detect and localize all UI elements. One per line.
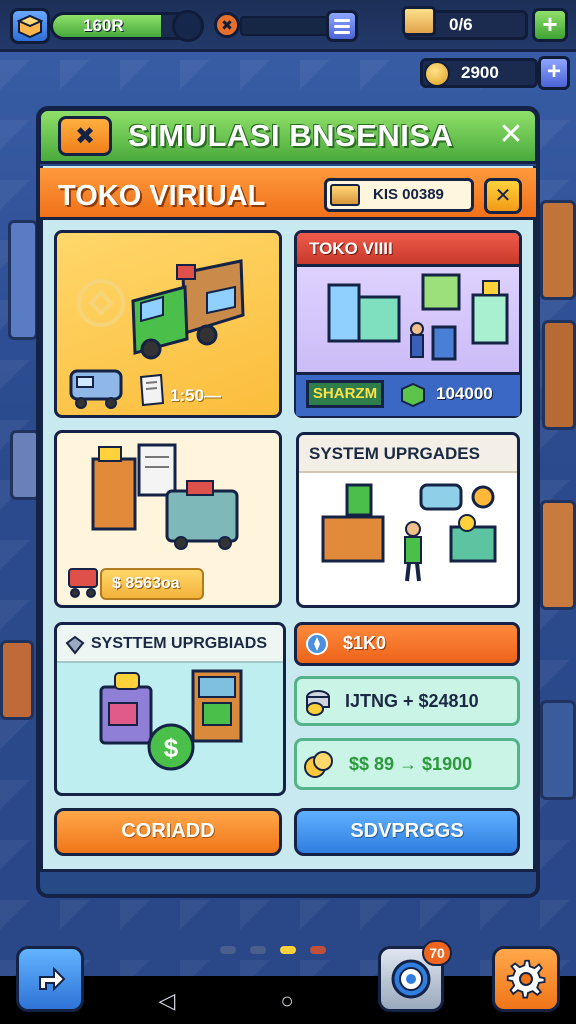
add-box-button[interactable]: + (532, 8, 568, 42)
storage-price-chip: $ 8563oa (100, 568, 204, 600)
xp-bar: 160R (50, 12, 200, 40)
sdvprggs-button[interactable]: SDVPRGGS (294, 808, 520, 856)
coin-stack-icon (306, 690, 330, 716)
svg-text:$: $ (164, 733, 179, 763)
system-upgrades-title: SYSTEM UPRGADES (309, 444, 480, 463)
system-upgrades-secondary-title: SYSTTEM UPRGBIADS (91, 635, 268, 652)
storage-scene-icon (91, 443, 239, 550)
home-nav-icon[interactable]: ○ (272, 986, 302, 1016)
panel-close-button[interactable]: ✕ (496, 118, 526, 152)
receipt-icon (139, 373, 165, 407)
upgrade-scene-icon (321, 483, 497, 582)
cart-icon (68, 568, 98, 598)
back-nav-icon[interactable]: ◁ (152, 986, 182, 1016)
upgrade-row-orange-value: $1K0 (343, 633, 387, 653)
bg-building-left (8, 220, 38, 340)
settings-button[interactable] (492, 946, 560, 1012)
upgrade-machines-icon: $ (99, 669, 243, 771)
coin-icon (424, 61, 450, 87)
panel-badge-icon: ✖ (58, 116, 112, 156)
turn-arrow-icon (39, 966, 66, 992)
energy-icon[interactable]: ✖ (214, 12, 240, 38)
profile-cube-icon[interactable] (10, 8, 50, 44)
menu-button[interactable] (326, 10, 358, 42)
crate-icon (330, 184, 360, 206)
shop-title: TOKO VIRIUAL (58, 180, 266, 212)
bg-building-right2 (542, 320, 576, 430)
toko-value: 104000 (436, 384, 493, 403)
upgrade-row-mint-1[interactable]: IJTNG + $24810 (294, 676, 520, 726)
toko-badge: SHARZM (306, 380, 384, 408)
notification-badge: 70 (422, 940, 452, 966)
xp-value: 160R (83, 16, 124, 35)
delivery-card[interactable] (54, 230, 282, 418)
van-icon (69, 369, 123, 409)
page-dot[interactable] (250, 946, 266, 954)
upgrade-row-orange[interactable]: $1K0 (294, 622, 520, 666)
toko-card-title: TOKO VIIII (309, 239, 393, 258)
gem-icon (65, 635, 85, 655)
page-dot[interactable] (310, 946, 326, 954)
upgrade-row-mint-2[interactable]: $$ 89 → $1900 (294, 738, 520, 790)
bg-building-right3 (540, 700, 576, 800)
box-icon (402, 6, 436, 36)
truck-icon (131, 259, 245, 360)
watermark-icon (77, 279, 125, 327)
shop-close-button[interactable]: ✕ (484, 178, 522, 214)
compass-icon (306, 633, 328, 655)
page-dot-active[interactable] (280, 946, 296, 954)
bg-building-right (540, 200, 576, 300)
bg-bus-right (540, 500, 576, 610)
upgrade-row-mint-1-value: IJTNG + $24810 (345, 691, 479, 711)
panel-title: SIMULASI BNSENISA (128, 118, 454, 153)
energy-bar (240, 16, 330, 36)
page-dot[interactable] (220, 946, 236, 954)
system-upgrades-card[interactable]: SYSTEM UPRGADES (296, 432, 520, 608)
bg-bus-left (0, 640, 34, 720)
green-crate-icon (401, 382, 425, 408)
delivery-price: 1:50— (170, 386, 222, 405)
system-upgrades-secondary-card[interactable]: SYSTTEM UPRGBIADS $ (54, 622, 286, 796)
coriadd-button[interactable]: CORIADD (54, 808, 282, 856)
gear-icon (506, 959, 546, 999)
gold-coins-icon (304, 751, 333, 778)
page-indicator (220, 946, 326, 954)
add-coin-button[interactable]: + (538, 56, 570, 90)
shop-scene-icon (327, 273, 509, 361)
exit-button[interactable] (16, 946, 84, 1012)
upgrade-row-mint-2-value: $$ 89 → $1900 (349, 754, 473, 774)
